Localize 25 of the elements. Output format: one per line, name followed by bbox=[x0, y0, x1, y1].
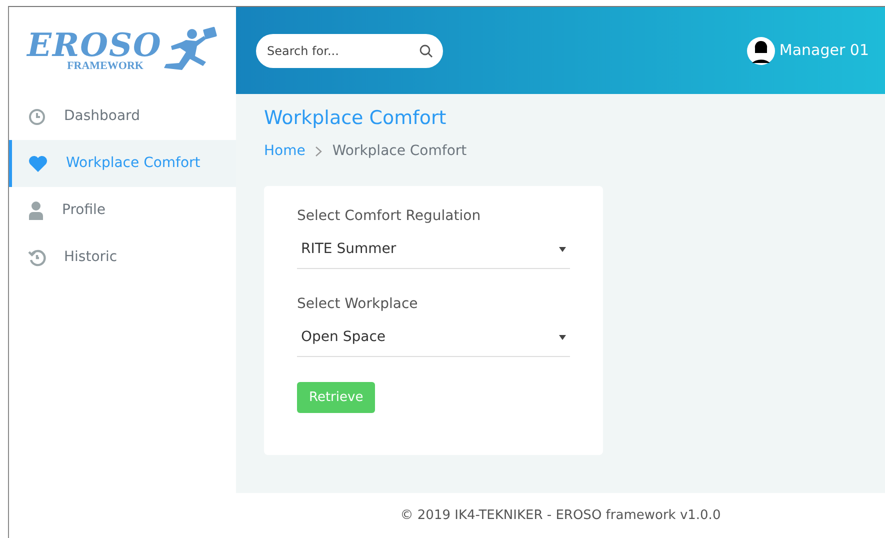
caret-icon bbox=[559, 246, 566, 252]
page-title: Workplace Comfort bbox=[264, 106, 448, 131]
chevron-icon bbox=[315, 146, 322, 156]
history-icon bbox=[28, 248, 46, 266]
heart-icon bbox=[28, 154, 48, 172]
select-field[interactable]: Open Space bbox=[297, 320, 570, 356]
caret-icon bbox=[559, 334, 566, 340]
logo-title: EROSO bbox=[27, 28, 162, 60]
footer-text: © 2019 IK4-TEKNIKER - EROSO framework v1.0.0 bbox=[236, 493, 885, 538]
sidebar-item[interactable]: Profile bbox=[9, 187, 236, 234]
user-icon bbox=[28, 200, 44, 220]
avatar-icon[interactable] bbox=[747, 36, 776, 64]
sidebar-item[interactable]: Historic bbox=[9, 234, 236, 281]
search-icon bbox=[419, 44, 433, 58]
sidebar-item[interactable]: Workplace Comfort bbox=[9, 140, 236, 187]
breadcrumb-link[interactable]: Home bbox=[264, 140, 306, 162]
sidebar-item[interactable]: Dashboard bbox=[9, 93, 236, 140]
logo-subtitle: FRAMEWORK bbox=[67, 60, 144, 72]
field-label: Select Workplace bbox=[297, 294, 419, 314]
breadcrumb-current: Workplace Comfort bbox=[332, 142, 467, 160]
user-name[interactable]: Manager 01 bbox=[779, 39, 869, 62]
clock-icon bbox=[28, 108, 46, 126]
search-field[interactable]: Search for... bbox=[256, 34, 443, 68]
field-label: Select Comfort Regulation bbox=[297, 206, 482, 226]
select-field[interactable]: RITE Summer bbox=[297, 232, 570, 268]
